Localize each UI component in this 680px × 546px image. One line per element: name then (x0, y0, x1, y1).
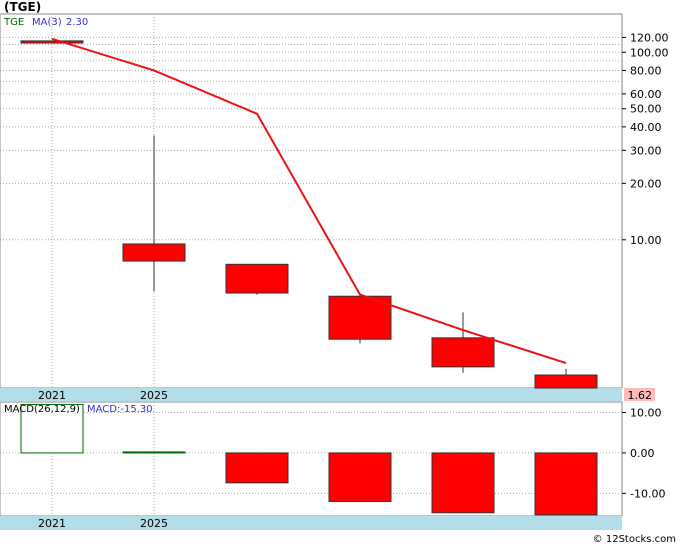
last-price-label: 1.62 (628, 389, 653, 402)
candle-body (225, 263, 289, 294)
price-ytick-label: 60.00 (630, 88, 662, 101)
macd-xtick-label: 2025 (140, 517, 168, 530)
price-ytick-label: 10.00 (630, 234, 662, 247)
price-ytick-label: 120.00 (630, 31, 669, 44)
price-xtick-label: 2025 (140, 389, 168, 402)
macd-ytick-label: 0.00 (630, 447, 655, 460)
macd-bar (328, 452, 392, 502)
macd-ytick-label: 10.00 (630, 407, 662, 420)
price-ytick-label: 80.00 (630, 64, 662, 77)
candle-body (534, 374, 598, 389)
macd-ytick-label: -10.00 (630, 487, 665, 500)
price-ytick-label: 100.00 (630, 46, 669, 59)
candle-body (122, 243, 186, 262)
legend-ma-value: 2.30 (66, 17, 88, 28)
price-ytick-label: 30.00 (630, 144, 662, 157)
macd-plot-frame (0, 401, 623, 517)
macd-bar (534, 452, 598, 516)
macd-legend-label: MACD(26,12,9) (4, 404, 80, 415)
stock-chart: (TGE) 10.00 20.00 30.00 40.00 50.00 60.00 80.0… (0, 0, 676, 545)
candle-body (431, 337, 495, 368)
macd-bar (431, 452, 495, 514)
price-x-axis-band (0, 388, 622, 401)
price-ytick-label: 40.00 (630, 121, 662, 134)
legend-ticker: TGE (3, 17, 24, 28)
macd-bar (122, 451, 186, 454)
legend-ma-label: MA(3) (32, 17, 62, 28)
macd-x-axis-band (0, 516, 622, 530)
price-xtick-label: 2021 (38, 389, 66, 402)
macd-bar (225, 452, 289, 484)
chart-title: (TGE) (4, 0, 41, 14)
macd-xtick-label: 2021 (38, 517, 66, 530)
macd-legend-value: MACD:-15.30 (87, 404, 153, 415)
watermark: © 12Stocks.com (593, 534, 676, 545)
price-ytick-label: 20.00 (630, 177, 662, 190)
price-ytick-label: 50.00 (630, 103, 662, 116)
candle-body (20, 40, 84, 44)
